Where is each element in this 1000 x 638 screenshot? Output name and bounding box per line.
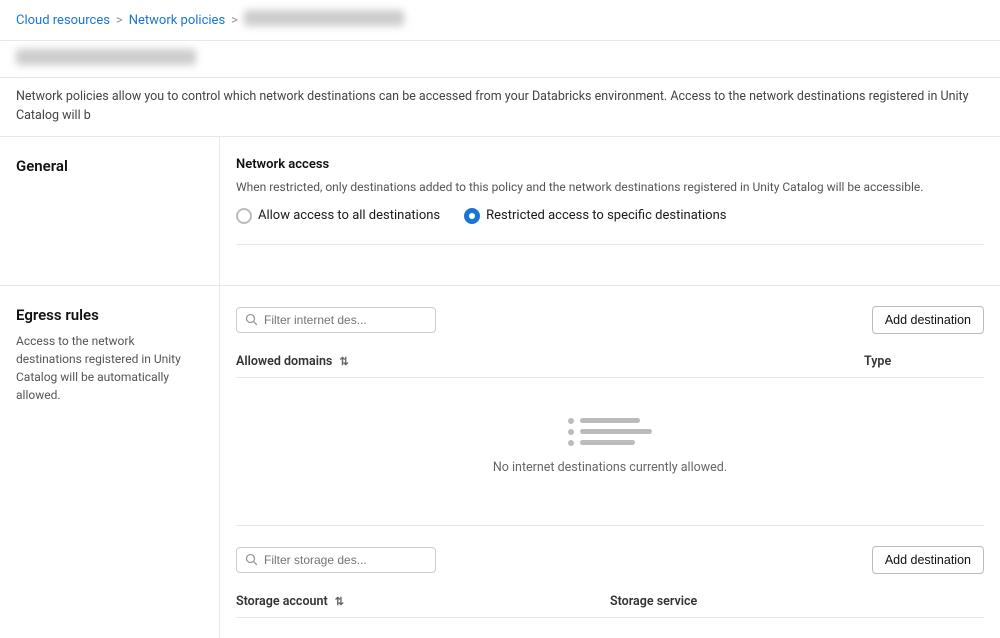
breadcrumb: Cloud resources > Network policies > bbox=[0, 0, 1000, 41]
empty-dot-2 bbox=[568, 429, 574, 435]
empty-dot-1 bbox=[568, 418, 574, 424]
breadcrumb-network-policies[interactable]: Network policies bbox=[129, 13, 225, 28]
empty-state-icon bbox=[568, 418, 652, 446]
sort-storage-icon[interactable]: ⇅ bbox=[335, 595, 344, 608]
empty-icon-row-3 bbox=[568, 440, 635, 446]
add-internet-destination-button[interactable]: Add destination bbox=[872, 306, 984, 334]
empty-line-2 bbox=[580, 429, 652, 434]
col-type: Type bbox=[864, 354, 984, 369]
radio-group: Allow access to all destinations Restric… bbox=[236, 208, 984, 224]
egress-title: Egress rules bbox=[16, 306, 203, 324]
internet-filter-wrapper[interactable] bbox=[236, 307, 436, 333]
general-right-panel: Network access When restricted, only des… bbox=[220, 137, 1000, 285]
network-access-section: Network access When restricted, only des… bbox=[236, 157, 984, 245]
radio-restricted[interactable]: Restricted access to specific destinatio… bbox=[464, 208, 726, 224]
storage-filter-input[interactable] bbox=[264, 553, 427, 567]
storage-search-icon bbox=[245, 553, 258, 566]
col-storage-account: Storage account ⇅ bbox=[236, 594, 610, 609]
radio-allow-all-circle bbox=[236, 208, 252, 224]
general-section: General Network access When restricted, … bbox=[0, 137, 1000, 285]
breadcrumb-sep-2: > bbox=[231, 13, 238, 28]
add-storage-destination-button[interactable]: Add destination bbox=[872, 546, 984, 574]
radio-allow-all-label: Allow access to all destinations bbox=[258, 208, 440, 223]
storage-filter-wrapper[interactable] bbox=[236, 547, 436, 573]
col-allowed-domains: Allowed domains ⇅ bbox=[236, 354, 864, 369]
breadcrumb-sep-1: > bbox=[116, 13, 123, 28]
internet-table-header: Allowed domains ⇅ Type bbox=[236, 346, 984, 378]
internet-filter-row: Add destination bbox=[236, 306, 984, 334]
page-title-row bbox=[0, 41, 1000, 78]
internet-search-icon bbox=[245, 313, 258, 326]
empty-icon-row-2 bbox=[568, 429, 652, 435]
egress-description: Access to the network destinations regis… bbox=[16, 332, 203, 404]
network-access-title: Network access bbox=[236, 157, 984, 172]
breadcrumb-cloud-resources[interactable]: Cloud resources bbox=[16, 13, 110, 28]
info-banner: Network policies allow you to control wh… bbox=[0, 78, 1000, 137]
breadcrumb-blurred bbox=[244, 10, 404, 26]
radio-restricted-label: Restricted access to specific destinatio… bbox=[486, 208, 726, 223]
empty-icon-row-1 bbox=[568, 418, 640, 424]
storage-divider bbox=[236, 525, 984, 526]
storage-section: Add destination Storage account ⇅ Storag… bbox=[236, 546, 984, 618]
general-title: General bbox=[16, 157, 203, 175]
radio-restricted-circle bbox=[464, 208, 480, 224]
egress-left-panel: Egress rules Access to the network desti… bbox=[0, 286, 220, 638]
egress-rules-section: Egress rules Access to the network desti… bbox=[0, 285, 1000, 638]
storage-table-header: Storage account ⇅ Storage service bbox=[236, 586, 984, 618]
empty-dot-3 bbox=[568, 440, 574, 446]
radio-allow-all[interactable]: Allow access to all destinations bbox=[236, 208, 440, 224]
sort-domains-icon[interactable]: ⇅ bbox=[339, 355, 348, 368]
egress-right-panel: Add destination Allowed domains ⇅ Type bbox=[220, 286, 1000, 638]
empty-line-3 bbox=[580, 440, 635, 445]
empty-state-text: No internet destinations currently allow… bbox=[493, 460, 727, 475]
network-access-description: When restricted, only destinations added… bbox=[236, 178, 984, 196]
internet-filter-input[interactable] bbox=[264, 313, 427, 327]
col-storage-service: Storage service bbox=[610, 594, 984, 609]
internet-empty-state: No internet destinations currently allow… bbox=[236, 378, 984, 505]
empty-line-1 bbox=[580, 418, 640, 423]
page-title-blurred bbox=[16, 49, 196, 65]
storage-filter-row: Add destination bbox=[236, 546, 984, 574]
breadcrumb-current bbox=[244, 10, 404, 30]
general-left-panel: General bbox=[0, 137, 220, 285]
